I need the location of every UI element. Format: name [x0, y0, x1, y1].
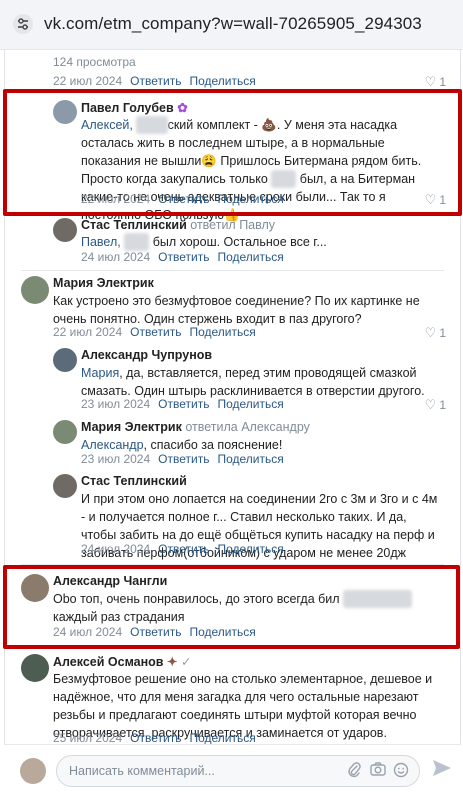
- comment-meta: 23 июл 2024 Ответить Поделиться: [81, 397, 284, 411]
- comment-meta: 23 июл 2024 Ответить Поделиться: [81, 452, 284, 466]
- reply-link[interactable]: Ответить: [158, 452, 209, 466]
- url-text[interactable]: vk.com/etm_company?w=wall-70265905_29430…: [44, 14, 422, 34]
- highlight-box: [3, 565, 460, 649]
- share-link[interactable]: Поделиться: [217, 250, 283, 264]
- avatar[interactable]: [21, 654, 49, 682]
- reply-link[interactable]: Ответить: [158, 542, 209, 556]
- blurred-text: xxxx: [124, 233, 150, 251]
- share-link[interactable]: Поделиться: [189, 325, 255, 339]
- send-icon[interactable]: [432, 759, 452, 782]
- comment-reply: Мария Электрик ответила Александру Алекс…: [5, 420, 460, 468]
- comment-text: Мария, да, вставляется, перед этим прово…: [81, 366, 425, 398]
- replied-to: ответила Александру: [185, 420, 310, 434]
- reply-link[interactable]: Ответить: [158, 250, 209, 264]
- comment-input[interactable]: Написать комментарий...: [56, 755, 420, 787]
- comment: Алексей Османов ✦ ✓ Безмуфтовое решение …: [5, 654, 460, 744]
- comment-text: Павел, xxxx был хорош. Остальное все г..…: [81, 233, 327, 251]
- comment-text: Как устроено это безмуфтовое соединение?…: [53, 294, 420, 326]
- comment-author[interactable]: Александр Чупрунов: [81, 348, 212, 362]
- user-avatar[interactable]: [20, 758, 46, 784]
- comment-author[interactable]: Мария Электрик ответила Александру: [81, 420, 310, 434]
- comment-reply: Стас Теплинский ответил Павлу Павел, xxx…: [5, 216, 460, 264]
- comment-partial: 124 просмотра 22 июл 2024 Ответить Поделит…: [5, 50, 460, 90]
- comment-date: 23 июл 2024: [81, 397, 151, 411]
- comment-placeholder: Написать комментарий...: [69, 764, 215, 778]
- reply-link[interactable]: Ответить: [130, 325, 181, 339]
- share-link[interactable]: Поделиться: [189, 74, 255, 88]
- mention-link[interactable]: Александр: [81, 438, 144, 452]
- emoji-icon[interactable]: [393, 762, 409, 782]
- comment-reply: Стас Теплинский И при этом оно лопается …: [5, 474, 460, 560]
- heart-icon: ♡: [424, 74, 437, 89]
- avatar[interactable]: [53, 420, 77, 444]
- comment-meta: 25 июл 2024 Ответить Поделиться: [53, 731, 256, 744]
- reply-link[interactable]: Ответить: [158, 397, 209, 411]
- comment-author[interactable]: Мария Электрик: [53, 276, 154, 290]
- views-count: 124 просмотра: [53, 55, 136, 69]
- comment-date: 24 июл 2024: [81, 250, 151, 264]
- badge-icon: ✦: [166, 655, 178, 669]
- comment-author[interactable]: Стас Теплинский: [81, 474, 187, 488]
- comment-author[interactable]: Алексей Османов ✦ ✓: [53, 654, 191, 669]
- camera-icon[interactable]: [370, 762, 386, 780]
- mention-link[interactable]: Мария: [81, 366, 119, 380]
- like-button[interactable]: ♡ 1: [425, 397, 446, 413]
- comment-composer: Написать комментарий...: [4, 744, 461, 794]
- comment-meta: 24 июл 2024 Ответить Поделиться: [81, 542, 284, 556]
- browser-address-bar[interactable]: vk.com/etm_company?w=wall-70265905_29430…: [0, 0, 463, 50]
- highlight-box: [3, 89, 462, 216]
- heart-icon: ♡: [424, 397, 437, 412]
- avatar[interactable]: [53, 348, 77, 372]
- attach-icon[interactable]: [347, 762, 361, 782]
- avatar[interactable]: [53, 218, 77, 242]
- replied-to: ответил Павлу: [190, 218, 276, 232]
- reply-link[interactable]: Ответить: [130, 74, 181, 88]
- heart-icon: ♡: [424, 325, 437, 340]
- comment-reply: Александр Чупрунов Мария, да, вставляетс…: [5, 348, 460, 414]
- comment-meta: 22 июл 2024 Ответить Поделиться: [53, 74, 256, 88]
- comment: Мария Электрик Как устроено это безмуфто…: [5, 276, 460, 342]
- reply-link[interactable]: Ответить: [130, 731, 181, 744]
- comment-meta: 24 июл 2024 Ответить Поделиться: [81, 250, 284, 264]
- site-settings-icon[interactable]: [13, 14, 33, 34]
- comment-date: 23 июл 2024: [81, 452, 151, 466]
- comment-date: 24 июл 2024: [81, 542, 151, 556]
- share-link[interactable]: Поделиться: [217, 452, 283, 466]
- avatar[interactable]: [21, 276, 49, 304]
- mention-link[interactable]: Павел,: [81, 235, 124, 249]
- comment-date: 25 июл 2024: [53, 731, 123, 744]
- divider: [21, 270, 444, 271]
- share-link[interactable]: Поделиться: [217, 542, 283, 556]
- comment-date: 22 июл 2024: [53, 74, 123, 88]
- avatar[interactable]: [53, 474, 77, 498]
- check-icon: ✓: [180, 655, 192, 669]
- comment-date: 22 июл 2024: [53, 325, 123, 339]
- like-button[interactable]: ♡ 1: [425, 74, 446, 90]
- comment-meta: 22 июл 2024 Ответить Поделиться: [53, 325, 256, 339]
- like-button[interactable]: ♡ 1: [425, 325, 446, 341]
- share-link[interactable]: Поделиться: [217, 397, 283, 411]
- comment-author[interactable]: Стас Теплинский ответил Павлу: [81, 218, 275, 232]
- share-link[interactable]: Поделиться: [189, 731, 255, 744]
